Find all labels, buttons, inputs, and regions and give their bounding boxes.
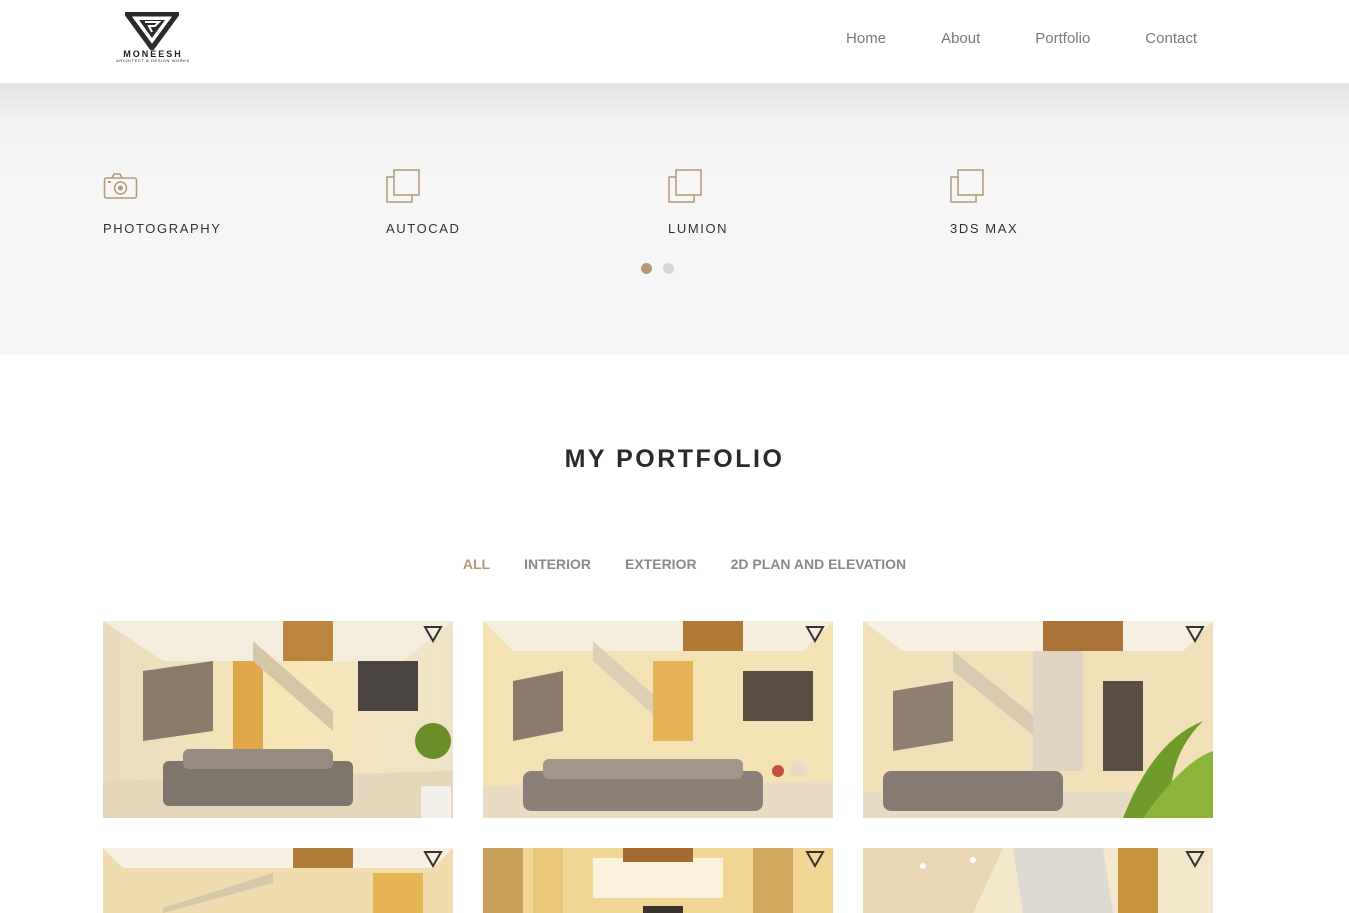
skill-label: 3DS MAX bbox=[950, 221, 1019, 236]
skills-band: PHOTOGRAPHY AUTOCAD LUMION 3DS MAX bbox=[0, 83, 1349, 355]
portfolio-item[interactable] bbox=[483, 621, 833, 818]
interior-render-image bbox=[103, 621, 453, 818]
interior-render-image bbox=[863, 848, 1213, 913]
skill-label: LUMION bbox=[668, 221, 729, 236]
skill-3ds-max: 3DS MAX bbox=[950, 169, 1150, 236]
portfolio-item[interactable] bbox=[483, 848, 833, 913]
portfolio-item[interactable] bbox=[103, 848, 453, 913]
copy-icon bbox=[386, 169, 420, 203]
site-header: MONEESH ARCHITECT & DESIGN WORKS Home Ab… bbox=[0, 0, 1349, 83]
skill-autocad: AUTOCAD bbox=[386, 169, 586, 236]
nav-about[interactable]: About bbox=[941, 30, 980, 48]
portfolio-item[interactable] bbox=[103, 621, 453, 818]
portfolio-filters: ALL INTERIOR EXTERIOR 2D PLAN AND ELEVAT… bbox=[0, 556, 1349, 572]
main-nav: Home About Portfolio Contact bbox=[791, 30, 1197, 48]
filter-interior[interactable]: INTERIOR bbox=[524, 556, 591, 572]
skill-label: PHOTOGRAPHY bbox=[103, 221, 222, 236]
filter-exterior[interactable]: EXTERIOR bbox=[625, 556, 697, 572]
logo-tagline: ARCHITECT & DESIGN WORKS bbox=[116, 58, 190, 63]
interior-render-image bbox=[483, 848, 833, 913]
interior-render-image bbox=[863, 621, 1213, 818]
interior-render-image bbox=[483, 621, 833, 818]
filter-all[interactable]: ALL bbox=[463, 556, 490, 572]
nav-portfolio[interactable]: Portfolio bbox=[1035, 30, 1090, 48]
logo-mark-icon bbox=[125, 12, 179, 50]
nav-contact[interactable]: Contact bbox=[1145, 30, 1197, 48]
carousel-dot-1[interactable] bbox=[641, 263, 652, 274]
skill-label: AUTOCAD bbox=[386, 221, 461, 236]
copy-icon bbox=[668, 169, 702, 203]
copy-icon bbox=[950, 169, 984, 203]
camera-icon bbox=[103, 173, 138, 199]
filter-2d-plan[interactable]: 2D PLAN AND ELEVATION bbox=[731, 556, 907, 572]
carousel-dot-2[interactable] bbox=[663, 263, 674, 274]
portfolio-item[interactable] bbox=[863, 848, 1213, 913]
skill-lumion: LUMION bbox=[668, 169, 868, 236]
portfolio-title: MY PORTFOLIO bbox=[564, 445, 785, 473]
nav-home[interactable]: Home bbox=[846, 30, 886, 48]
interior-render-image bbox=[103, 848, 453, 913]
logo[interactable]: MONEESH ARCHITECT & DESIGN WORKS bbox=[103, 12, 203, 64]
carousel-dots bbox=[641, 263, 685, 274]
portfolio-item[interactable] bbox=[863, 621, 1213, 818]
skill-photography: PHOTOGRAPHY bbox=[103, 169, 303, 236]
